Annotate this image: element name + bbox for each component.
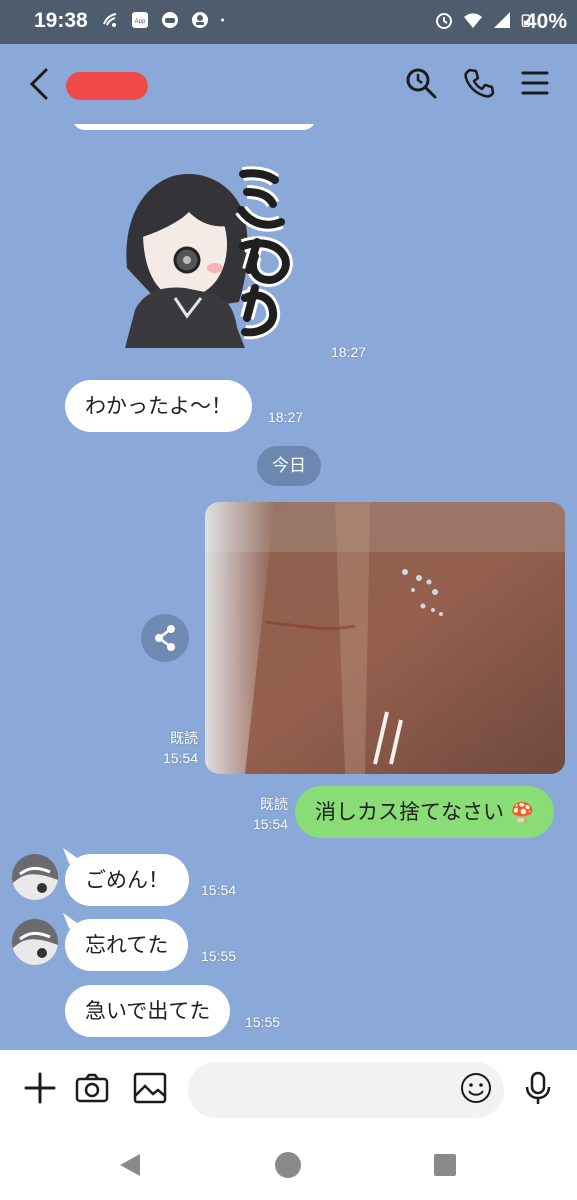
game-icon <box>162 12 178 28</box>
back-nav-icon[interactable] <box>116 1150 146 1180</box>
photo-message[interactable] <box>205 502 565 774</box>
message-time: 18:27 <box>268 409 304 425</box>
system-nav-bar <box>0 1130 577 1200</box>
status-time: 19:38 <box>34 9 88 32</box>
wifi-icon <box>464 13 482 28</box>
message-text: 消しカス捨てなさい <box>315 800 504 824</box>
mic-icon[interactable] <box>520 1070 556 1106</box>
phone-icon[interactable] <box>462 66 496 100</box>
camera-icon[interactable] <box>74 1070 110 1106</box>
message-bubble-incoming[interactable]: ごめん！ <box>63 848 189 906</box>
alarm-icon <box>436 13 452 29</box>
app-notification-icon: App <box>132 12 148 28</box>
message-bubble-incoming[interactable]: わかったよ〜！ <box>65 380 252 432</box>
recents-nav-icon[interactable] <box>430 1150 460 1180</box>
menu-icon[interactable] <box>518 66 552 100</box>
headset-icon <box>192 12 208 28</box>
avatar[interactable] <box>12 919 58 965</box>
battery-percent: 40% <box>524 10 567 33</box>
message-time: 15:55 <box>201 948 237 964</box>
chat-area[interactable]: 18:27 わかったよ〜！ 18:27 今日 既読 15:54 既読 15:54… <box>0 124 577 1050</box>
message-text: 急いで出てた <box>85 999 211 1023</box>
message-input[interactable] <box>188 1062 504 1118</box>
chat-header <box>0 44 577 124</box>
share-button[interactable] <box>141 614 189 662</box>
svg-text:App: App <box>135 19 146 25</box>
message-time: 15:55 <box>245 1014 281 1030</box>
status-bar: 19:38 App 40% <box>0 0 577 44</box>
input-bar <box>0 1050 577 1130</box>
sticker-time: 18:27 <box>331 344 367 360</box>
dot-icon <box>221 18 224 22</box>
emoji-icon[interactable] <box>458 1070 494 1106</box>
avatar[interactable] <box>12 854 58 900</box>
status-right-icons <box>434 10 535 30</box>
message-text: わかったよ〜！ <box>85 394 232 418</box>
avatar-image <box>12 919 58 965</box>
photo-time: 15:54 <box>162 750 198 766</box>
bubble-tail <box>63 913 79 929</box>
message-bubble-incoming[interactable]: 急いで出てた <box>65 985 231 1037</box>
read-receipt: 既読 <box>260 796 288 812</box>
avatar-image <box>12 854 58 900</box>
status-left-icons: App <box>100 10 230 30</box>
image-icon[interactable] <box>132 1070 168 1106</box>
message-bubble-outgoing[interactable]: 消しカス捨てなさい 🍄 <box>295 786 555 838</box>
message-text: 忘れてた <box>85 933 169 957</box>
search-icon[interactable] <box>404 66 438 100</box>
signal-icon <box>494 12 510 28</box>
home-nav-icon[interactable] <box>273 1150 303 1180</box>
message-time: 15:54 <box>201 882 237 898</box>
sticker-image[interactable] <box>95 148 295 360</box>
contact-name-redacted <box>66 72 148 100</box>
wifi-calling-icon <box>103 13 117 27</box>
back-arrow-icon[interactable] <box>24 66 56 102</box>
share-icon <box>155 625 175 651</box>
date-divider: 今日 <box>257 446 321 486</box>
bubble-tail <box>63 848 79 864</box>
plus-icon[interactable] <box>22 1070 58 1106</box>
message-bubble-incoming[interactable]: 忘れてた <box>63 913 189 971</box>
previous-message-bubble[interactable] <box>72 124 316 130</box>
mushroom-emoji: 🍄 <box>510 802 535 824</box>
read-receipt: 既読 <box>170 730 198 746</box>
message-text: ごめん！ <box>85 868 169 892</box>
message-time: 15:54 <box>252 816 288 832</box>
